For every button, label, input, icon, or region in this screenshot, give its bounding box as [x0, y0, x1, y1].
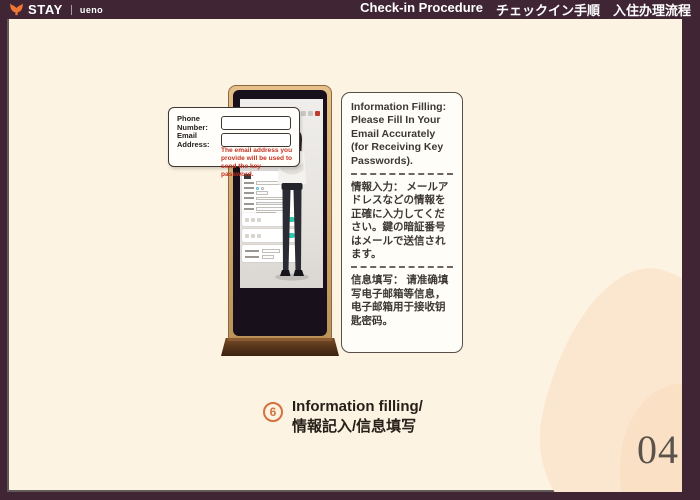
- screen-control-icon: [301, 111, 306, 116]
- divider: [351, 266, 453, 268]
- phone-number-label: Phone Number:: [177, 114, 221, 132]
- email-address-input[interactable]: [221, 133, 291, 147]
- brand-name: STAY: [28, 2, 63, 17]
- step-caption-line1: Information filling/: [292, 397, 423, 417]
- phone-number-input[interactable]: [221, 116, 291, 130]
- step-caption: 6 Information filling/ 情報記入/信息填写: [263, 397, 423, 437]
- screen-control-icon: [308, 111, 313, 116]
- divider: [351, 173, 453, 175]
- slide-title: Check-in Procedure チェックイン手順 入住办理流程: [360, 0, 691, 19]
- brand-separator: [71, 5, 72, 15]
- slide-title-en: Check-in Procedure: [360, 0, 483, 19]
- stay-tulip-logo-icon: [9, 3, 24, 16]
- step-caption-text: Information filling/ 情報記入/信息填写: [292, 397, 423, 437]
- kiosk-base: [221, 338, 339, 356]
- step-caption-line2: 情報記入/信息填写: [292, 417, 423, 437]
- header-bar: STAY ueno Check-in Procedure チェックイン手順 入住…: [0, 0, 700, 19]
- info-panel: Information Filling: Please Fill In Your…: [341, 92, 463, 353]
- step-number-badge: 6: [263, 402, 283, 422]
- info-text-en: Information Filling: Please Fill In Your…: [351, 101, 453, 168]
- slide-title-ja: チェックイン手順: [496, 0, 600, 19]
- info-text-zh: 信息填写： 请准确填写电子邮箱等信息，电子邮箱用于接收钥匙密码。: [351, 274, 453, 328]
- slide-title-zh: 入住办理流程: [613, 0, 691, 19]
- slide-content: Phone Number: Email Address: The email a…: [7, 19, 682, 492]
- brand-location: ueno: [80, 5, 103, 15]
- email-warning-text: The email address you provide will be us…: [221, 147, 295, 179]
- info-text-ja: 情報入力： メールアドレスなどの情報を正確に入力してください。鍵の暗証番号はメー…: [351, 181, 453, 261]
- brand: STAY ueno: [9, 2, 103, 17]
- screen-window-controls: [301, 111, 320, 116]
- contact-form-popup: Phone Number: Email Address: The email a…: [168, 107, 300, 167]
- screen-close-icon: [315, 111, 320, 116]
- email-address-label: Email Address:: [177, 131, 221, 149]
- page-number: 04: [637, 426, 679, 473]
